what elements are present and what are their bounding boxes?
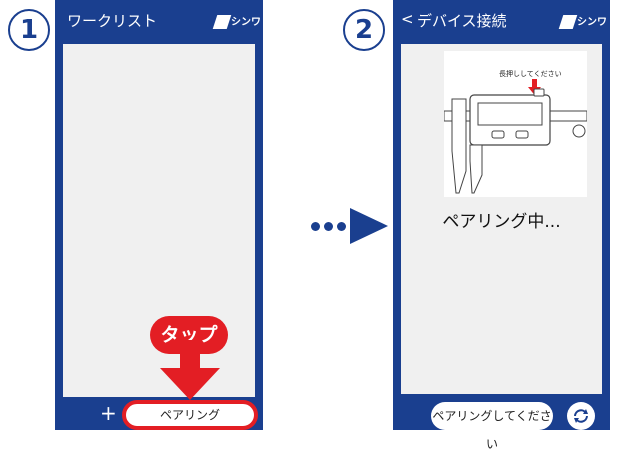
pairing-hint-button[interactable]: ペアリングしてください xyxy=(431,402,553,451)
arrow-right-icon xyxy=(350,208,388,244)
shinwa-logo: シンワ xyxy=(558,13,607,29)
progress-dot xyxy=(311,222,320,231)
caliper-illustration: 長押ししてください xyxy=(444,51,587,197)
phone-screen-2: < デバイス接続 シンワ 長押ししてください ペアリング中... ペアリングして… xyxy=(393,0,610,451)
caliper-drawing xyxy=(444,79,587,194)
step-2-badge: 2 xyxy=(343,9,385,51)
logo-text: シンワ xyxy=(577,17,607,28)
logo-text: シンワ xyxy=(231,17,261,28)
device-connect-area: 長押ししてください ペアリング中... xyxy=(401,44,602,394)
page-title: ワークリスト xyxy=(67,12,158,30)
logo-mark-icon xyxy=(558,15,578,29)
back-button[interactable]: < xyxy=(401,10,414,28)
progress-dot xyxy=(324,222,333,231)
progress-dot xyxy=(337,222,346,231)
logo-mark-icon xyxy=(212,15,232,29)
step-1-number: 1 xyxy=(19,15,39,45)
step-2-number: 2 xyxy=(354,15,374,45)
refresh-icon xyxy=(574,409,588,423)
page-title: デバイス接続 xyxy=(417,12,507,30)
step-1-badge: 1 xyxy=(8,9,50,51)
pairing-button[interactable]: ペアリング xyxy=(122,400,258,430)
add-button[interactable]: + xyxy=(100,401,117,425)
shinwa-logo: シンワ xyxy=(212,13,261,29)
pairing-status: ペアリング中... xyxy=(442,212,561,232)
refresh-button[interactable] xyxy=(567,402,595,430)
